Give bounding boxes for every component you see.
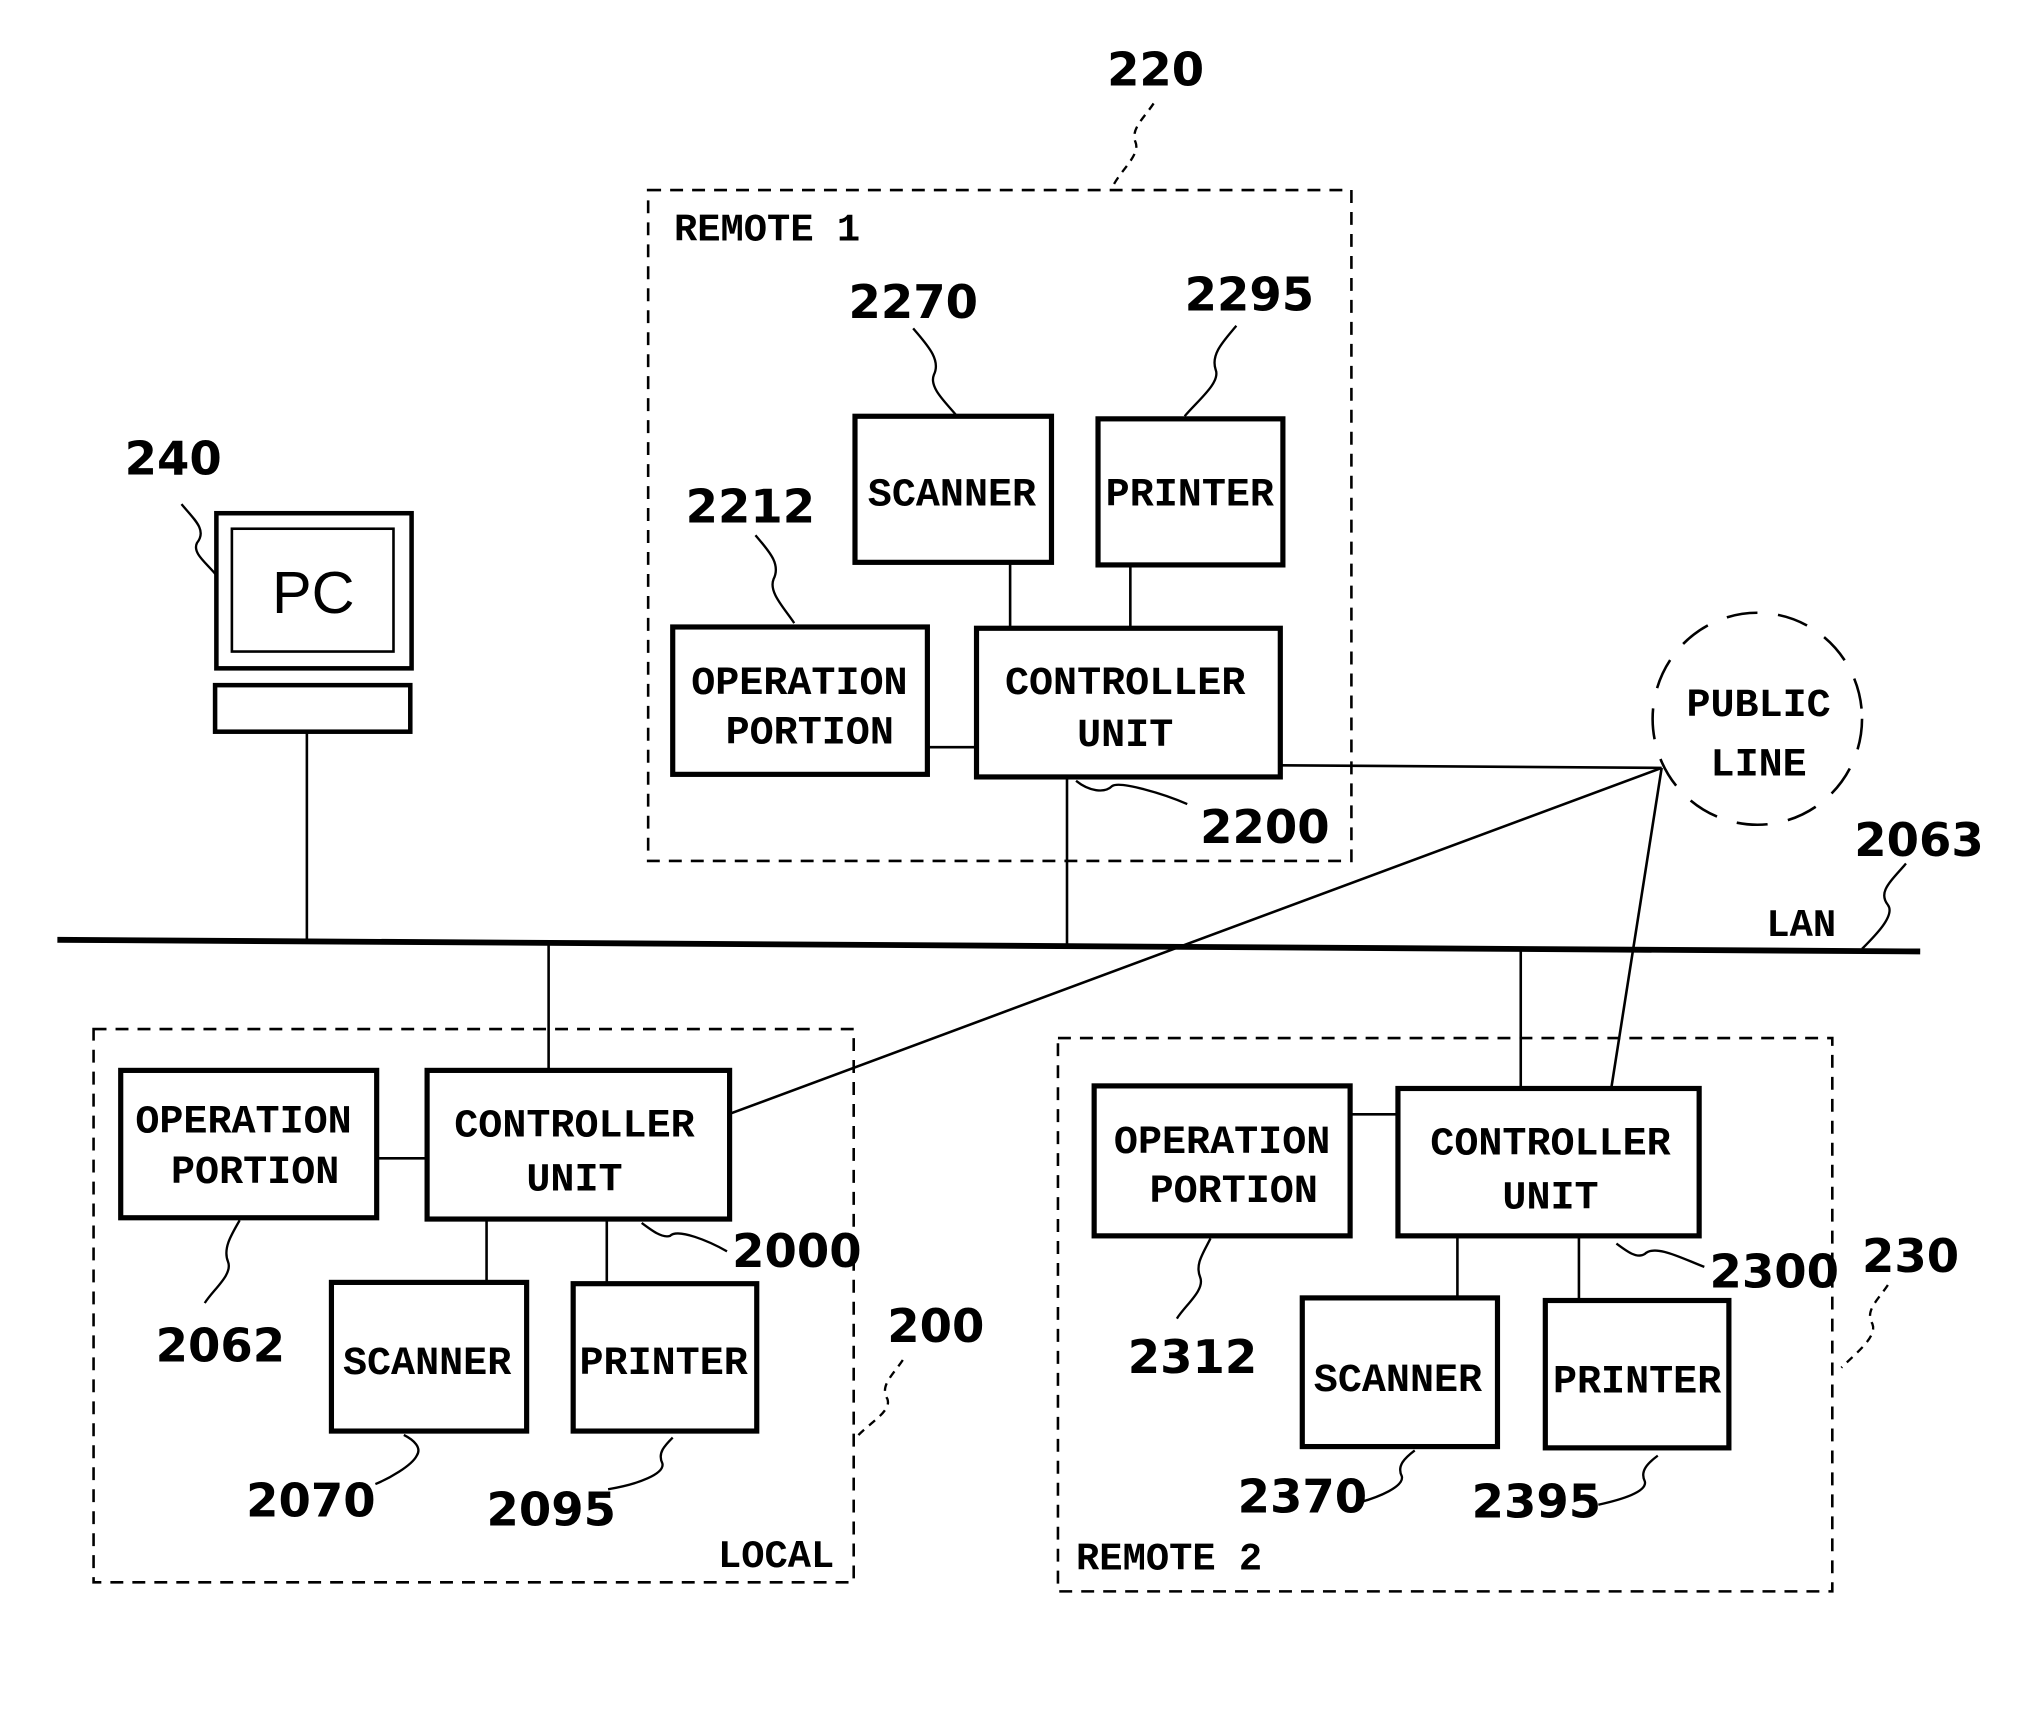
- local-group: LOCAL 200 OPERATION PORTION 2062 CONTROL…: [92, 942, 984, 1584]
- local-operation-leader: [203, 1219, 241, 1304]
- remote1-scanner-ref: 2270: [849, 275, 978, 329]
- remote2-title: REMOTE 2: [1076, 1537, 1262, 1581]
- local-controller-ref: 2000: [732, 1224, 861, 1278]
- lan-bus: [57, 936, 1921, 955]
- local-printer-ref: 2095: [487, 1482, 616, 1536]
- network-diagram: LAN 2063 PC 240 REMOTE 1 220 SCANNER 227…: [57, 42, 1984, 1593]
- remote2-scanner-leader: [1360, 1449, 1416, 1504]
- remote1-controller-ref: 2200: [1200, 800, 1329, 854]
- remote1-public-link: [1280, 764, 1662, 770]
- remote1-operation-line2: PORTION: [726, 711, 894, 756]
- remote1-ref-leader: [1111, 102, 1155, 188]
- remote2-operation-ref: 2312: [1128, 1330, 1257, 1384]
- remote1-printer-ref: 2295: [1185, 267, 1314, 321]
- local-scanner-leader: [374, 1433, 420, 1486]
- remote2-scanner-label: SCANNER: [1314, 1359, 1482, 1404]
- remote1-scanner-leader: [912, 327, 959, 417]
- remote2-controller-line1: CONTROLLER: [1430, 1122, 1670, 1167]
- local-operation-line2: PORTION: [171, 1151, 339, 1196]
- pc-label: PC: [272, 559, 355, 626]
- remote1-controller-line1: CONTROLLER: [1005, 662, 1245, 707]
- local-ref-leader: [855, 1359, 904, 1439]
- local-ref: 200: [887, 1299, 984, 1353]
- remote2-printer-leader: [1598, 1454, 1659, 1506]
- remote1-scanner-label: SCANNER: [868, 473, 1036, 518]
- remote1-group: REMOTE 1 220 SCANNER 2270 PRINTER 2295 O…: [646, 42, 1353, 944]
- lan-label: LAN: [1766, 904, 1836, 948]
- remote2-controller-ref: 2300: [1709, 1245, 1838, 1299]
- pc-keyboard: [212, 682, 413, 734]
- pc-ref: 240: [125, 431, 222, 485]
- remote2-group: REMOTE 2 230 OPERATION PORTION 2312 CONT…: [1056, 948, 1959, 1593]
- local-controller-leader: [640, 1221, 728, 1253]
- local-scanner-ref: 2070: [246, 1473, 375, 1527]
- remote2-operation-line2: PORTION: [1150, 1170, 1318, 1215]
- remote2-controller-line2: UNIT: [1502, 1177, 1598, 1222]
- pc-240: PC 240: [125, 431, 414, 940]
- remote1-operation-line1: OPERATION: [691, 662, 907, 707]
- remote2-controller-leader: [1615, 1242, 1705, 1268]
- local-scanner-label: SCANNER: [343, 1342, 511, 1387]
- remote2-public-link: [1609, 767, 1663, 1089]
- remote1-operation-ref: 2212: [686, 479, 815, 533]
- remote2-ref: 230: [1862, 1229, 1959, 1283]
- remote1-controller-leader: [1075, 779, 1188, 806]
- lan-leader: [1861, 862, 1907, 950]
- remote2-operation-line1: OPERATION: [1114, 1121, 1330, 1166]
- local-printer-leader: [607, 1436, 674, 1491]
- remote2-scanner-ref: 2370: [1238, 1470, 1367, 1524]
- local-title: LOCAL: [718, 1535, 834, 1579]
- lan-ref: 2063: [1854, 813, 1983, 867]
- remote1-ref: 220: [1107, 42, 1204, 96]
- public-line-label-2: LINE: [1711, 744, 1807, 789]
- local-operation-ref: 2062: [156, 1318, 285, 1372]
- remote2-operation-leader: [1175, 1237, 1212, 1320]
- local-printer-label: PRINTER: [580, 1342, 748, 1387]
- local-controller-line1: CONTROLLER: [454, 1104, 694, 1149]
- remote1-printer-leader: [1183, 325, 1238, 418]
- local-operation-line1: OPERATION: [135, 1100, 351, 1145]
- remote1-operation-leader: [754, 534, 796, 624]
- remote2-printer-label: PRINTER: [1553, 1360, 1721, 1405]
- pc-leader: [180, 503, 218, 576]
- remote2-ref-leader: [1840, 1284, 1889, 1369]
- local-controller-line2: UNIT: [526, 1159, 622, 1204]
- public-line-label-1: PUBLIC: [1686, 684, 1830, 729]
- remote1-controller-line2: UNIT: [1077, 714, 1173, 759]
- remote2-printer-ref: 2395: [1472, 1475, 1601, 1529]
- remote1-printer-label: PRINTER: [1106, 473, 1274, 518]
- remote1-title: REMOTE 1: [674, 208, 860, 252]
